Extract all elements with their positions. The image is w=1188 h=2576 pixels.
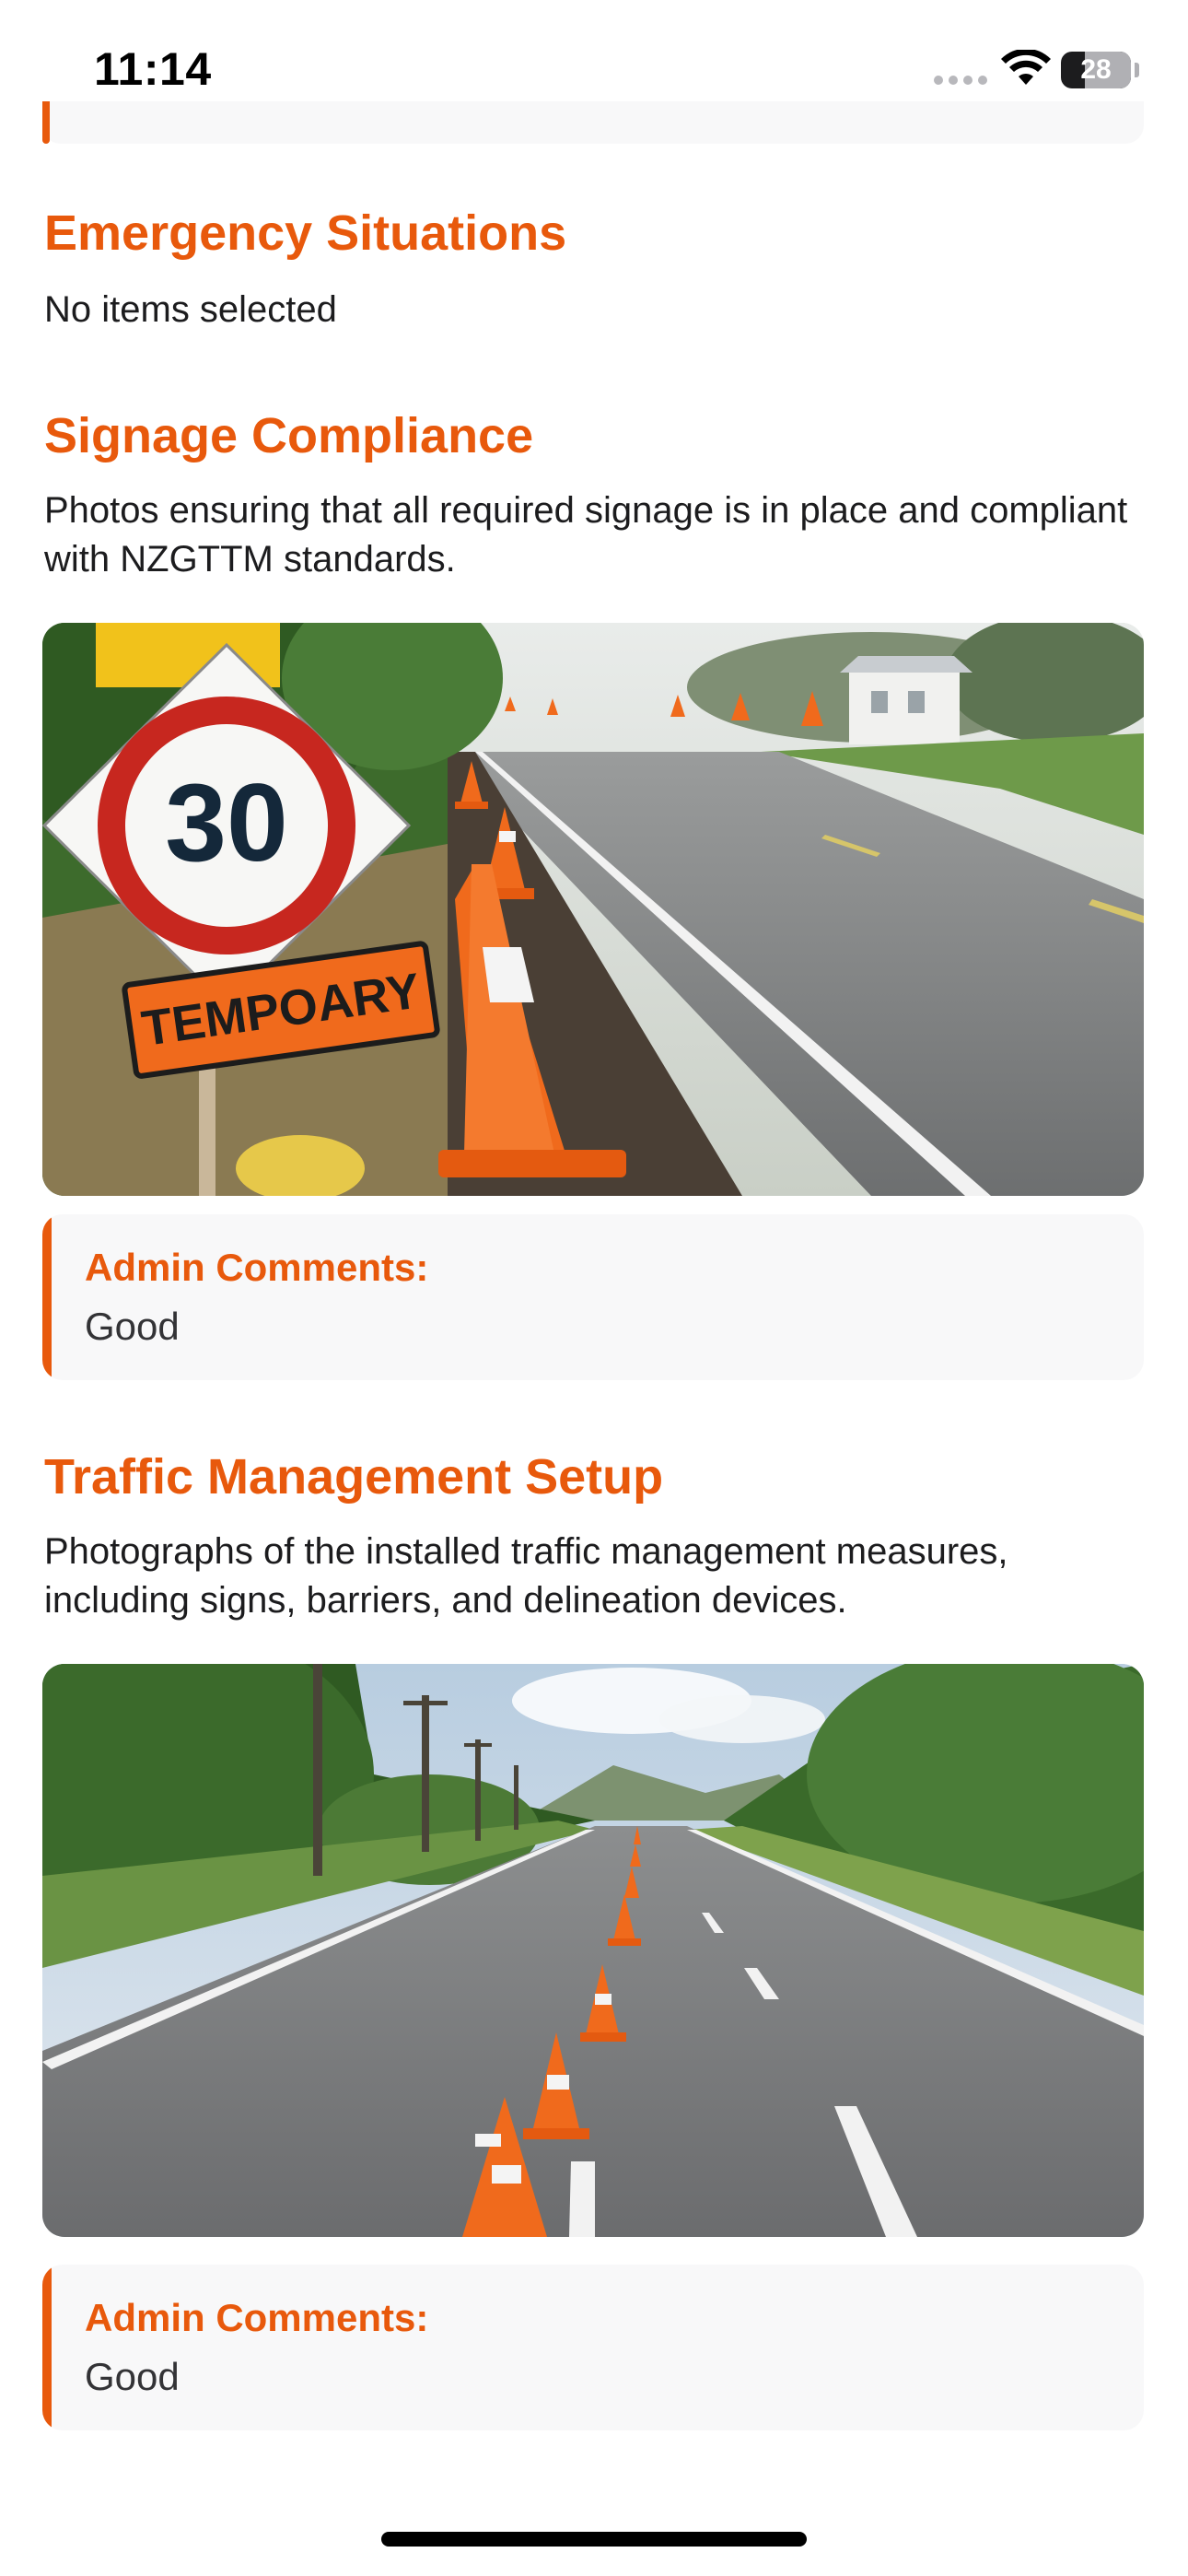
traffic-management-setup-photo[interactable] <box>42 1664 1144 2237</box>
section-body-traffic-management-setup: Photographs of the installed traffic man… <box>44 1531 1008 1621</box>
wifi-icon <box>1001 50 1051 85</box>
admin-comment-text: Good <box>85 1305 180 1348</box>
admin-comments-label: Admin Comments: <box>85 2296 429 2339</box>
admin-comment-text: Good <box>85 2355 180 2398</box>
section-body-signage-compliance: Photos ensuring that all required signag… <box>44 490 1128 580</box>
comment-accent-bar <box>42 1214 52 1380</box>
battery-level: 28 <box>1080 54 1112 85</box>
comment-accent-bar <box>42 2265 52 2430</box>
previous-comment-accent <box>42 101 50 144</box>
section-title-traffic-management-setup: Traffic Management Setup <box>44 1449 664 1505</box>
speed-limit-text: 30 <box>165 761 287 884</box>
home-indicator[interactable] <box>381 2532 807 2547</box>
road-cones-image <box>42 1664 1144 2237</box>
section-title-emergency-situations: Emergency Situations <box>44 205 567 261</box>
status-time: 11:14 <box>94 43 212 95</box>
admin-comment-card-signage: Admin Comments: Good <box>42 1214 1144 1380</box>
admin-comment-card-traffic-management: Admin Comments: Good <box>42 2265 1144 2430</box>
signal-dots-icon <box>934 76 987 85</box>
temporary-speed-sign-image: 30 TEMPOARY <box>42 623 1144 1196</box>
section-body-emergency-situations: No items selected <box>44 289 337 330</box>
section-title-signage-compliance: Signage Compliance <box>44 408 534 463</box>
battery-cap <box>1135 63 1139 77</box>
signage-compliance-photo[interactable]: 30 TEMPOARY <box>42 623 1144 1196</box>
previous-comment-card <box>42 101 1144 144</box>
battery-icon: 28 <box>1061 52 1131 88</box>
admin-comments-label: Admin Comments: <box>85 1246 429 1289</box>
